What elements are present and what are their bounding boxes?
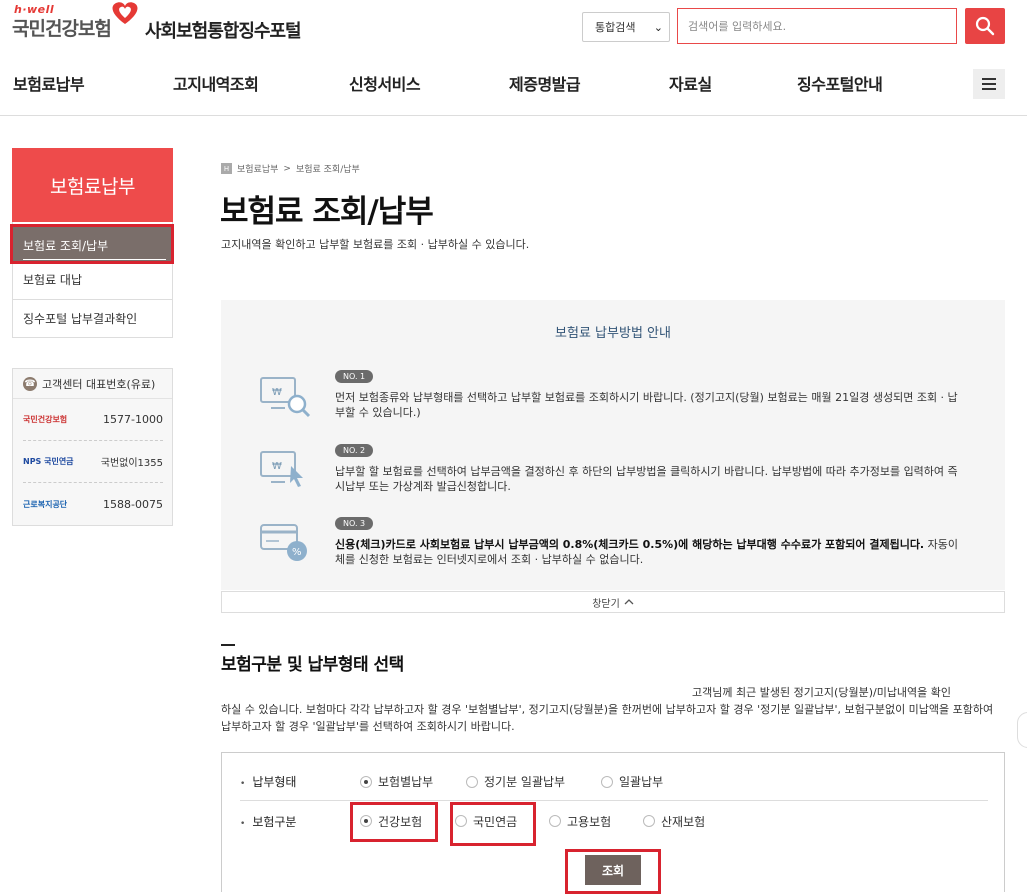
contact-row: 국민건강보험 1577-1000 xyxy=(23,399,163,441)
radio-dot xyxy=(549,815,561,827)
breadcrumb-item[interactable]: 보험료납부 xyxy=(237,162,278,175)
sidebar-item-proxy-payment[interactable]: 보험료 대납 xyxy=(13,260,172,298)
search-button[interactable] xyxy=(965,8,1005,44)
search-icon xyxy=(975,16,995,36)
gnb-item-archive[interactable]: 자료실 xyxy=(669,71,712,95)
gnb-item-certificate[interactable]: 제증명발급 xyxy=(509,71,581,95)
breadcrumb: H 보험료납부 > 보험료 조회/납부 xyxy=(221,162,360,175)
contact-number: 국번없이1355 xyxy=(100,458,163,469)
radio-industrial-accident[interactable]: 산재보험 xyxy=(643,813,705,830)
page-description: 고지내역을 확인하고 납부할 보험료를 조회 · 납부하실 수 있습니다. xyxy=(221,238,530,251)
hamburger-icon xyxy=(982,83,996,85)
portal-title[interactable]: 사회보험통합징수포털 xyxy=(145,17,302,43)
highlight-box xyxy=(565,849,661,894)
chevron-up-icon xyxy=(624,599,634,605)
radio-pay-by-insurance[interactable]: 보험별납부 xyxy=(360,773,433,790)
card-percent-icon: % xyxy=(260,524,307,561)
pay-type-label: 납부형태 xyxy=(240,773,296,790)
radio-label: 일괄납부 xyxy=(619,775,664,789)
highlight-box xyxy=(10,224,174,264)
radio-label: 산재보험 xyxy=(661,814,706,829)
page-title: 보험료 조회/납부 xyxy=(220,194,434,230)
svg-text:%: % xyxy=(292,547,302,558)
highlight-box xyxy=(350,802,438,842)
monitor-click-icon: ₩ xyxy=(260,451,303,487)
contact-number: 1588-0075 xyxy=(103,497,163,511)
heart-logo-icon xyxy=(112,2,138,24)
svg-text:₩: ₩ xyxy=(272,387,282,398)
gnb-item-notice[interactable]: 고지내역조회 xyxy=(173,71,259,95)
nhis-contact-logo: 국민건강보험 xyxy=(23,415,68,424)
insurance-type-label: 보험구분 xyxy=(240,813,296,830)
contact-number: 1577-1000 xyxy=(103,413,163,426)
radio-dot xyxy=(360,775,372,788)
svg-text:₩: ₩ xyxy=(272,461,282,472)
gnb-item-portal-info[interactable]: 징수포털안내 xyxy=(797,71,883,95)
step-badge: NO. 1 xyxy=(335,370,374,383)
contact-row: NPS 국민연금 국번없이1355 xyxy=(23,441,163,483)
kcomwel-contact-logo: 근로복지공단 xyxy=(23,499,68,509)
radio-label: 고용보험 xyxy=(567,814,612,829)
contact-row: 근로복지공단 1588-0075 xyxy=(23,483,163,525)
step-text-bold: 신용(체크)카드로 사회보험료 납부시 납부금액의 0.8%(체크카드 0.5%… xyxy=(335,538,925,551)
customer-center-box: ☎ 고객센터 대표번호(유료) 국민건강보험 1577-1000 NPS 국민연… xyxy=(12,368,173,526)
section-title-bar xyxy=(221,644,235,646)
section-title: 보험구분 및 납부형태 선택 xyxy=(221,655,404,675)
section-description: 고객님께 최근 발생된 정기고지(당월분)/미납내역을 확인 xyxy=(692,686,952,699)
sidebar-item-payment-result[interactable]: 징수포털 납부결과확인 xyxy=(13,299,172,337)
sidebar-title: 보험료납부 xyxy=(12,148,173,222)
radio-dot xyxy=(466,775,478,788)
pay-type-row: 납부형태 보험별납부 정기분 일괄납부 일괄납부 xyxy=(240,763,988,801)
hamburger-menu-button[interactable] xyxy=(973,69,1005,99)
customer-center-header: ☎ 고객센터 대표번호(유료) xyxy=(13,369,172,399)
nhis-logo-text[interactable]: 국민건강보험 xyxy=(12,14,112,41)
radio-dot xyxy=(643,815,655,827)
guide-title: 보험료 납부방법 안내 xyxy=(555,326,671,341)
step-text: 먼저 보험종류와 납부형태를 선택하고 납부할 보험료를 조회하시기 바랍니다.… xyxy=(335,391,958,419)
gnb-item-payment[interactable]: 보험료납부 xyxy=(13,71,85,95)
search-scope-select[interactable]: 통합검색 ⌄ xyxy=(582,12,670,42)
radio-label: 보험별납부 xyxy=(378,775,434,789)
radio-pay-bulk[interactable]: 일괄납부 xyxy=(601,773,663,790)
step-badge: NO. 2 xyxy=(335,444,374,457)
highlight-box xyxy=(450,802,536,846)
radio-pay-regular-bulk[interactable]: 정기분 일괄납부 xyxy=(466,773,565,790)
step-badge: NO. 3 xyxy=(335,517,374,530)
section-description: 하실 수 있습니다. 보험마다 각각 납부하고자 할 경우 '보험별납부', 정… xyxy=(221,703,994,733)
search-scope-value: 통합검색 xyxy=(595,21,636,34)
payment-guide-panel: 보험료 납부방법 안내 ₩ NO. 1 먼저 보험종류와 납부형태를 선택하고 … xyxy=(221,300,1005,590)
radio-dot xyxy=(601,775,613,788)
chevron-down-icon: ⌄ xyxy=(653,20,663,34)
nps-contact-logo: NPS 국민연금 xyxy=(23,457,74,466)
guide-close-label: 창닫기 xyxy=(592,598,620,610)
scroll-handle[interactable] xyxy=(1017,712,1027,748)
breadcrumb-current: 보험료 조회/납부 xyxy=(295,165,360,175)
home-icon[interactable]: H xyxy=(221,163,232,174)
global-nav: 보험료납부 고지내역조회 신청서비스 제증명발급 자료실 징수포털안내 xyxy=(0,62,1027,116)
search-placeholder: 검색어를 입력하세요. xyxy=(688,20,787,33)
phone-icon: ☎ xyxy=(23,376,37,391)
customer-center-title: 고객센터 대표번호(유료) xyxy=(42,377,156,391)
guide-close-button[interactable]: 창닫기 xyxy=(221,591,1005,613)
search-input[interactable]: 검색어를 입력하세요. xyxy=(677,8,957,44)
step-text: 납부할 할 보험료를 선택하여 납부금액을 결정하신 후 하단의 납부방법을 클… xyxy=(335,465,958,493)
radio-employment-insurance[interactable]: 고용보험 xyxy=(549,813,611,830)
step-text: 신용(체크)카드로 사회보험료 납부시 납부금액의 0.8%(체크카드 0.5%… xyxy=(335,537,965,567)
breadcrumb-separator: > xyxy=(283,163,291,174)
monitor-search-icon: ₩ xyxy=(260,377,311,418)
gnb-item-application[interactable]: 신청서비스 xyxy=(349,71,421,95)
radio-label: 정기분 일괄납부 xyxy=(484,775,566,789)
